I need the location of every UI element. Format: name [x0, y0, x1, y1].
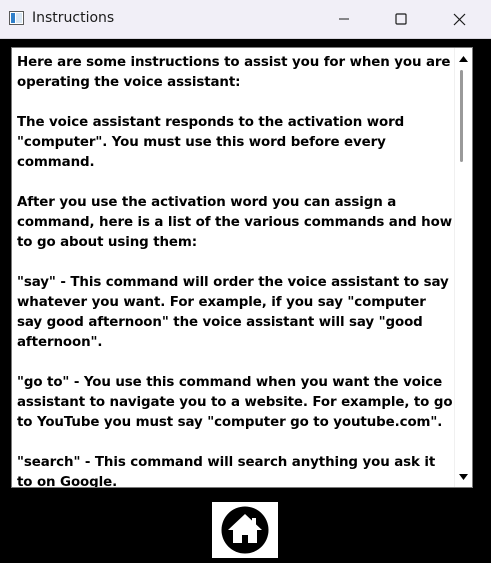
- scroll-up-arrow-icon: [459, 55, 468, 62]
- bottom-bar: [0, 496, 491, 563]
- maximize-icon: [395, 13, 407, 25]
- instruction-paragraph: After you use the activation word you ca…: [17, 195, 452, 250]
- instructions-window: Instructions Here are some instructions …: [0, 0, 491, 563]
- instruction-paragraph: "search" - This command will search anyt…: [17, 455, 436, 488]
- instructions-text-area[interactable]: Here are some instructions to assist you…: [11, 47, 473, 488]
- instruction-paragraph: "go to" - You use this command when you …: [17, 375, 453, 430]
- home-icon: [221, 506, 269, 554]
- close-button[interactable]: [436, 0, 482, 38]
- home-button[interactable]: [212, 502, 278, 558]
- window-app-icon: [9, 11, 24, 25]
- instruction-paragraph: The voice assistant responds to the acti…: [17, 115, 405, 170]
- close-icon: [453, 13, 465, 25]
- scroll-down-button[interactable]: [455, 468, 472, 485]
- maximize-button[interactable]: [378, 0, 424, 38]
- title-bar[interactable]: Instructions: [0, 0, 491, 39]
- scrollbar-thumb[interactable]: [460, 70, 463, 162]
- minimize-icon: [339, 18, 349, 20]
- instruction-paragraph: "say" - This command will order the voic…: [17, 275, 449, 350]
- window-title: Instructions: [32, 10, 115, 26]
- instructions-content: Here are some instructions to assist you…: [17, 53, 453, 488]
- scroll-down-arrow-icon: [459, 473, 468, 480]
- minimize-button[interactable]: [321, 0, 367, 38]
- instruction-paragraph: Here are some instructions to assist you…: [17, 55, 451, 90]
- scroll-up-button[interactable]: [455, 50, 472, 67]
- vertical-scrollbar[interactable]: [454, 48, 472, 487]
